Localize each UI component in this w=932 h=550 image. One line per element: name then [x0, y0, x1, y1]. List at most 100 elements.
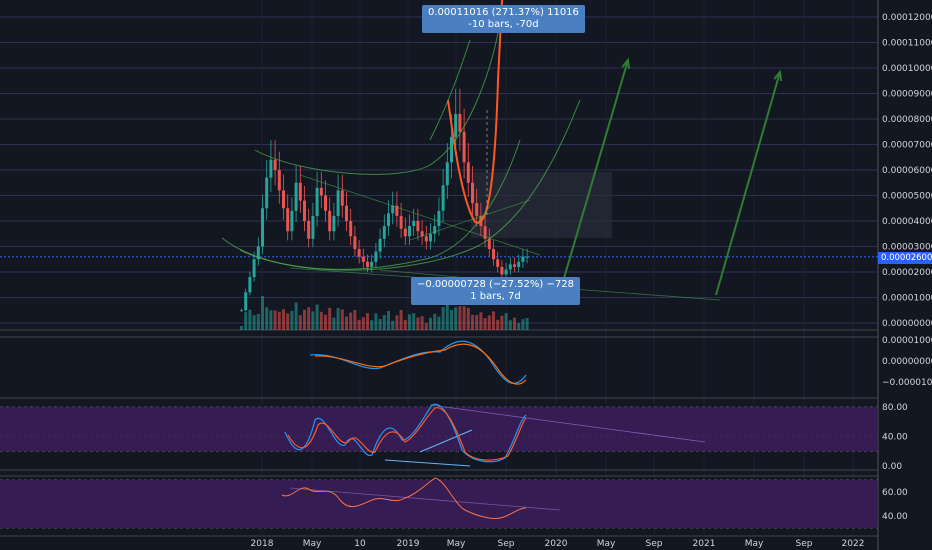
volume-bar — [303, 309, 306, 330]
volume-bar — [429, 317, 432, 330]
rsi-axis-label: 40.00 — [882, 433, 908, 443]
rsi-axis-label: 80.00 — [882, 403, 908, 413]
volume-bar — [492, 311, 495, 330]
candle-body — [466, 162, 470, 183]
candle-body — [303, 200, 306, 221]
time-axis-label: 10 — [354, 539, 366, 549]
candle-body — [277, 170, 281, 191]
volume-bar — [408, 314, 411, 330]
candle-body — [324, 195, 327, 211]
osc-axis-label: 60.00 — [882, 488, 908, 498]
volume-bar — [256, 314, 260, 330]
candle-body — [319, 187, 323, 196]
volume-bar — [340, 309, 344, 330]
chart-container[interactable]: 0.00012000 0.00011000 0.00010000 0.00009000… — [0, 0, 932, 550]
candle-body — [471, 182, 474, 204]
volume-bar — [319, 311, 323, 330]
measure-up-line2: -10 bars, -70d — [468, 19, 539, 30]
volume-bar — [361, 317, 365, 330]
volume-bar — [286, 313, 290, 330]
candle-body — [378, 238, 382, 252]
candle-body — [328, 210, 332, 232]
candle-body — [273, 159, 277, 170]
candle-body — [391, 205, 395, 214]
candle-body — [487, 238, 491, 250]
candle-body — [382, 226, 386, 239]
candle-body — [307, 221, 311, 239]
price-axis-label: 0.00002000 — [882, 268, 932, 278]
candle-body — [441, 185, 445, 211]
candle-body — [437, 210, 441, 227]
candle-body — [269, 159, 273, 178]
candle-body — [387, 213, 390, 227]
volume-bar — [412, 313, 416, 330]
volume-bar — [366, 313, 369, 330]
macd-axis-label: −0.00001000 — [882, 378, 932, 388]
macd-axis-label: 0.00000000 — [882, 357, 932, 367]
volume-bar — [416, 317, 420, 330]
volume-bar — [290, 310, 294, 330]
time-axis-label: May — [745, 539, 764, 549]
time-axis-label: 2019 — [397, 539, 420, 549]
candle-body — [521, 256, 525, 262]
volume-bar — [500, 315, 504, 330]
volume-bar — [240, 326, 243, 330]
candle-body — [412, 221, 416, 227]
projection-arrow-2 — [715, 71, 781, 296]
volume-bar — [315, 304, 319, 330]
volume-bar — [265, 307, 269, 330]
candle-body — [357, 249, 361, 257]
candle-body — [475, 203, 479, 216]
macd-axis-label: 0.00001000 — [882, 336, 932, 346]
current-price-tag: 0.00002600 — [878, 252, 932, 264]
candle-body — [366, 261, 369, 267]
measure-down-line2: 1 bars, 7d — [470, 291, 521, 302]
candle-body — [286, 208, 290, 232]
volume-bar — [487, 315, 491, 330]
rsi-axis-label: 0.00 — [882, 462, 902, 472]
volume-bar — [387, 311, 390, 330]
osc-band — [0, 480, 878, 528]
candle-body — [513, 264, 516, 267]
volume-bar — [328, 307, 332, 330]
price-axis-label: 0.00011000 — [882, 39, 932, 49]
rsi-trend-line — [384, 459, 471, 467]
volume-bar — [374, 313, 378, 330]
macd-signal-line — [314, 343, 527, 385]
price-axis-label: 0.00007000 — [882, 141, 932, 151]
candle-body — [265, 177, 269, 209]
volume-bar — [353, 310, 357, 330]
volume-bar — [525, 318, 529, 330]
time-axis-label: Sep — [498, 539, 515, 549]
price-axis-label: 0.00009000 — [882, 90, 932, 100]
volume-bar — [483, 318, 487, 330]
time-axis-label: 2022 — [842, 539, 865, 549]
volume-bar — [399, 310, 403, 330]
candle-body — [525, 256, 529, 258]
volume-bar — [282, 309, 285, 330]
volume-bar — [382, 315, 386, 330]
volume-bar — [298, 315, 302, 330]
volume-bar — [273, 310, 277, 330]
volume-bar — [471, 314, 474, 330]
volume-bar — [403, 319, 407, 330]
volume-bar — [441, 307, 445, 330]
price-axis-label: 0.00001000 — [882, 294, 932, 304]
trading-chart[interactable]: 0.00012000 0.00011000 0.00010000 0.00009000… — [0, 0, 932, 550]
volume-bar — [261, 296, 264, 330]
time-axis-label: May — [303, 539, 322, 549]
candle-body — [458, 113, 462, 132]
candle-body — [454, 113, 458, 137]
price-axis-label: 0.00004000 — [882, 217, 932, 227]
volume-bar — [345, 316, 348, 330]
candle-body — [240, 310, 243, 312]
volume-bar — [462, 306, 466, 330]
price-axis-label: 0.00010000 — [882, 64, 932, 74]
time-axis-label: 2020 — [545, 539, 568, 549]
candle-body — [429, 233, 432, 242]
volume-bar — [479, 312, 483, 330]
osc-axis-label: 40.00 — [882, 512, 908, 522]
volume-bar — [454, 307, 458, 330]
time-axis-label: May — [597, 539, 616, 549]
volume-bar — [349, 312, 353, 330]
